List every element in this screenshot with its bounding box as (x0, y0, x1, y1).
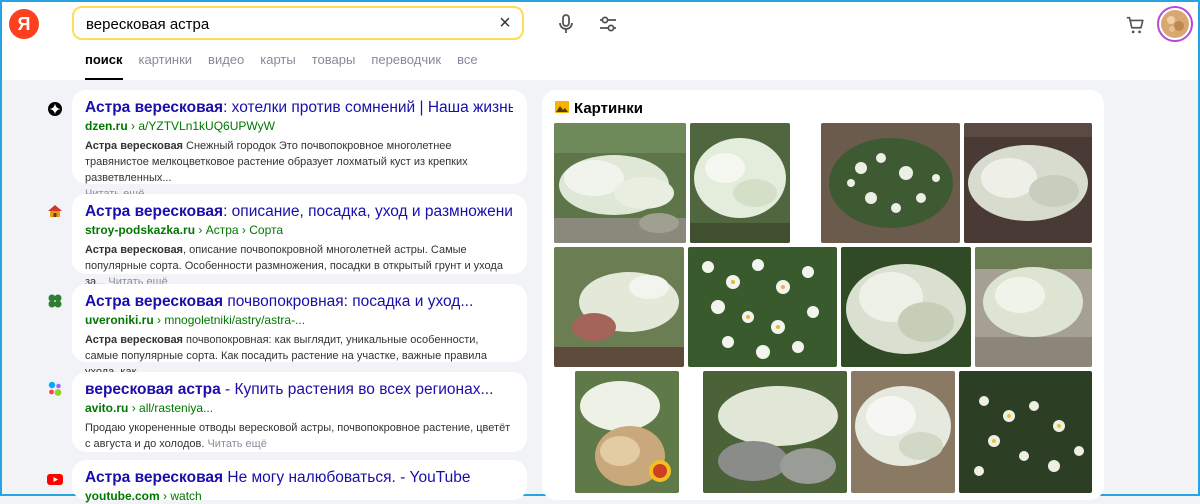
result-title-bold[interactable]: Астра вересковая (85, 203, 223, 220)
result-path[interactable]: a/YZTVLn1kUQ6UPWyW (138, 119, 275, 133)
tab-video[interactable]: видео (208, 52, 244, 80)
image-thumb-11[interactable] (851, 371, 955, 493)
result-title[interactable]: Астра вересковая: хотелки против сомнени… (85, 98, 513, 118)
result-title-rest[interactable]: - Купить растения во всех регионах... (221, 381, 493, 398)
result-title[interactable]: Астра вересковая: описание, посадка, ухо… (85, 202, 513, 222)
result-host[interactable]: stroy-podskazka.ru (85, 223, 195, 237)
snippet-text: Продаю укорененные отводы вересковой аст… (85, 422, 511, 450)
images-card: Картинки (542, 90, 1104, 500)
result-host[interactable]: youtube.com (85, 489, 160, 503)
result-title-bold[interactable]: Астра вересковая (85, 469, 223, 486)
cart-icon[interactable] (1124, 14, 1148, 38)
search-box[interactable]: × (72, 6, 524, 40)
image-thumb-12[interactable] (959, 371, 1092, 493)
result-title-bold[interactable]: Астра вересковая (85, 293, 223, 310)
house-favicon-icon (46, 202, 64, 220)
image-thumb-5[interactable] (554, 247, 684, 367)
result-url[interactable]: dzen.ru › a/YZTVLn1kUQ6UPWyW (85, 118, 513, 134)
image-thumb-10[interactable] (703, 371, 847, 493)
image-thumb-6[interactable] (688, 247, 837, 367)
result-title-rest[interactable]: Не могу налюбоваться. - YouTube (223, 469, 470, 486)
snippet-bold: Астра вересковая (85, 334, 183, 346)
tab-translator[interactable]: переводчик (371, 52, 441, 80)
result-title[interactable]: вересковая астра - Купить растения во вс… (85, 380, 513, 400)
snippet-bold: Астра вересковая (85, 244, 183, 256)
result-url[interactable]: uveroniki.ru › mnogoletniki/astry/astra-… (85, 312, 513, 328)
search-result-4: вересковая астра - Купить растения во вс… (72, 372, 527, 452)
image-thumb-1[interactable] (554, 123, 686, 243)
result-host[interactable]: uveroniki.ru (85, 313, 154, 327)
result-title[interactable]: Астра вересковая почвопокровная: посадка… (85, 292, 513, 312)
result-path[interactable]: all/rasteniya... (139, 401, 213, 415)
result-path[interactable]: mnogoletniki/astry/astra-... (164, 313, 305, 327)
result-path[interactable]: Астра › Сорта (206, 223, 283, 237)
result-url[interactable]: stroy-podskazka.ru › Астра › Сорта (85, 222, 513, 238)
youtube-favicon-icon (46, 470, 64, 488)
images-icon (555, 100, 569, 117)
tab-all[interactable]: все (457, 52, 478, 80)
search-result-3: Астра вересковая почвопокровная: посадка… (72, 284, 527, 378)
images-heading[interactable]: Картинки (555, 100, 643, 117)
result-snippet: Астра вересковая Снежный городок Это поч… (85, 138, 513, 202)
microphone-icon[interactable] (554, 12, 578, 36)
avito-favicon-icon (46, 380, 64, 398)
result-path[interactable]: watch (170, 489, 201, 503)
result-title-bold[interactable]: Астра вересковая (85, 99, 223, 116)
image-thumb-2[interactable] (690, 123, 790, 243)
result-title-rest[interactable]: почвопокровная: посадка и уход... (223, 293, 473, 310)
image-thumb-4[interactable] (964, 123, 1092, 243)
result-title-bold[interactable]: вересковая астра (85, 381, 221, 398)
clear-icon[interactable]: × (496, 13, 514, 33)
yandex-logo[interactable]: Я (9, 9, 39, 39)
search-result-1: Астра вересковая: хотелки против сомнени… (72, 90, 527, 200)
header: Я × поиск картинки видео карты товары пе… (2, 2, 1198, 80)
result-snippet: Астра вересковая, описание почвопокровно… (85, 242, 513, 290)
result-host[interactable]: dzen.ru (85, 119, 128, 133)
snippet-bold: Астра вересковая (85, 140, 183, 152)
search-result-5: Астра вересковая Не могу налюбоваться. -… (72, 460, 527, 503)
image-thumb-8[interactable] (975, 247, 1092, 367)
result-title-rest[interactable]: : описание, посадка, уход и размножение (223, 203, 513, 220)
result-url[interactable]: youtube.com › watch (85, 488, 513, 504)
result-host[interactable]: avito.ru (85, 401, 128, 415)
image-thumb-3[interactable] (821, 123, 960, 243)
image-thumb-9[interactable] (575, 371, 679, 493)
images-title[interactable]: Картинки (574, 100, 643, 117)
search-tabs: поиск картинки видео карты товары перево… (85, 52, 478, 80)
tab-images[interactable]: картинки (139, 52, 193, 80)
image-thumb-7[interactable] (841, 247, 971, 367)
read-more-link[interactable]: Читать ещё (207, 438, 266, 450)
result-title-rest[interactable]: : хотелки против сомнений | Наша жизнь (223, 99, 513, 116)
tab-search[interactable]: поиск (85, 52, 123, 80)
dzen-favicon-icon (46, 100, 64, 118)
result-url[interactable]: avito.ru › all/rasteniya... (85, 400, 513, 416)
tab-maps[interactable]: карты (260, 52, 295, 80)
clover-favicon-icon (46, 292, 64, 310)
filters-icon[interactable] (596, 12, 620, 36)
search-result-2: Астра вересковая: описание, посадка, ухо… (72, 194, 527, 288)
search-input[interactable] (86, 14, 486, 34)
result-snippet: Продаю укорененные отводы вересковой аст… (85, 420, 513, 452)
avatar[interactable] (1157, 6, 1193, 42)
result-title[interactable]: Астра вересковая Не могу налюбоваться. -… (85, 468, 513, 488)
tab-products[interactable]: товары (312, 52, 356, 80)
